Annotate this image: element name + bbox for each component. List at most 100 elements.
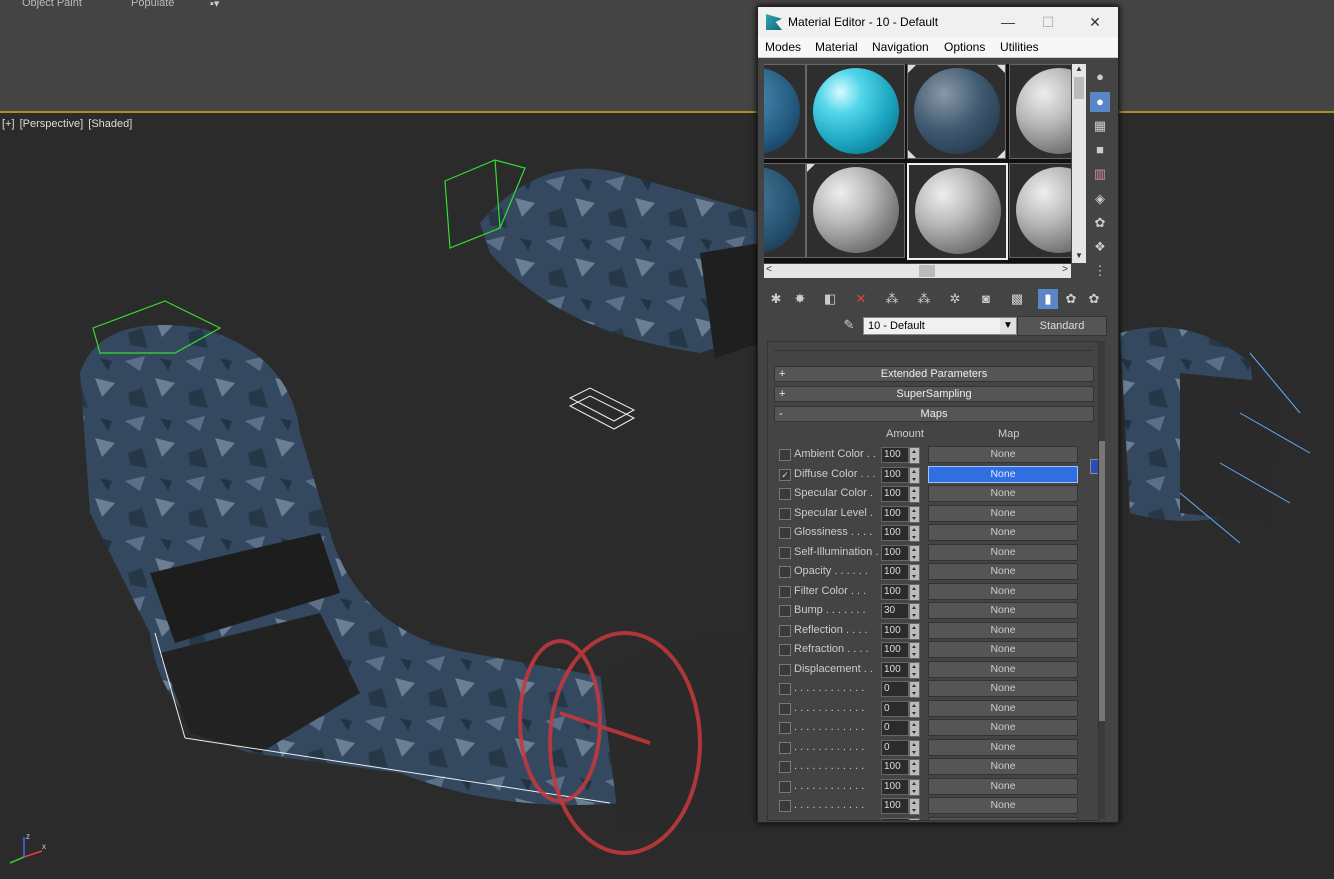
map-assign-button[interactable]: None: [928, 758, 1078, 775]
map-amount-field[interactable]: 100: [881, 544, 909, 561]
map-amount-field[interactable]: 100: [881, 486, 909, 502]
chevron-down-icon[interactable]: ▼: [1000, 318, 1016, 334]
map-assign-button[interactable]: None: [928, 621, 1078, 639]
map-assign-button[interactable]: None: [928, 582, 1078, 600]
map-enable-checkbox[interactable]: [779, 702, 791, 715]
uv-tiling-icon[interactable]: ■: [1090, 140, 1110, 160]
map-amount-field[interactable]: 100: [881, 778, 909, 795]
material-map-navigator-icon[interactable]: ⋮: [1090, 261, 1110, 281]
put-to-scene-icon[interactable]: ✸: [790, 289, 810, 309]
map-assign-button[interactable]: None: [928, 777, 1078, 795]
eyedropper-icon[interactable]: ✎: [840, 317, 858, 335]
slots-horizontal-scrollbar[interactable]: < >: [764, 264, 1071, 278]
close-button[interactable]: ✕: [1080, 11, 1110, 33]
amount-spinner[interactable]: [909, 505, 920, 523]
map-enable-checkbox[interactable]: [779, 761, 791, 773]
amount-spinner[interactable]: [909, 525, 920, 542]
reset-map-icon[interactable]: ✕: [851, 289, 871, 309]
map-enable-checkbox[interactable]: [779, 566, 791, 578]
sample-slot-active[interactable]: [907, 163, 1008, 260]
amount-spinner[interactable]: [909, 466, 920, 484]
sample-slot[interactable]: [1009, 163, 1071, 258]
material-type-button[interactable]: Standard: [1017, 316, 1107, 336]
map-amount-field[interactable]: 100: [881, 817, 909, 820]
map-assign-button[interactable]: None: [928, 719, 1078, 736]
map-amount-field[interactable]: 100: [881, 583, 909, 600]
map-assign-button[interactable]: None: [928, 699, 1078, 717]
sample-slot[interactable]: [1009, 64, 1071, 159]
rollout-maps[interactable]: - Maps: [774, 406, 1094, 422]
amount-spinner[interactable]: [909, 739, 920, 757]
menu-material[interactable]: Material: [815, 40, 858, 54]
sample-slot[interactable]: [764, 64, 806, 159]
show-map-icon[interactable]: ▩: [1007, 289, 1027, 309]
put-to-library-icon[interactable]: ✲: [945, 289, 965, 309]
scroll-up-icon[interactable]: ▲: [1072, 64, 1086, 76]
amount-spinner[interactable]: [909, 759, 920, 776]
map-enable-checkbox[interactable]: [779, 624, 791, 637]
map-enable-checkbox[interactable]: [779, 663, 791, 676]
map-assign-button[interactable]: None: [928, 660, 1078, 678]
map-amount-field[interactable]: 0: [881, 700, 909, 717]
amount-spinner[interactable]: [909, 447, 920, 464]
map-amount-field[interactable]: 0: [881, 739, 909, 756]
material-id-icon[interactable]: ◙: [976, 289, 996, 309]
map-enable-checkbox[interactable]: [779, 527, 791, 539]
camera-dropdown-icon[interactable]: ▪▾: [210, 0, 219, 10]
map-enable-checkbox[interactable]: [779, 683, 791, 695]
select-by-material-icon[interactable]: ❖: [1090, 237, 1110, 257]
panel-scrollbar[interactable]: [1099, 341, 1105, 819]
map-assign-button[interactable]: None: [928, 543, 1078, 561]
map-assign-button[interactable]: None: [928, 563, 1078, 580]
map-assign-button[interactable]: None: [928, 641, 1078, 658]
tab-object-paint[interactable]: Object Paint: [22, 0, 82, 9]
assign-to-selection-icon[interactable]: ◧: [820, 289, 840, 309]
amount-spinner[interactable]: [909, 661, 920, 679]
map-amount-field[interactable]: 100: [881, 622, 909, 639]
go-to-parent-icon[interactable]: ✿: [1061, 289, 1081, 309]
map-amount-field[interactable]: 100: [881, 466, 909, 483]
map-amount-field[interactable]: 100: [881, 759, 909, 775]
map-enable-checkbox[interactable]: [779, 800, 791, 812]
scroll-down-icon[interactable]: ▼: [1072, 251, 1086, 263]
menu-options[interactable]: Options: [944, 40, 985, 54]
title-bar[interactable]: Material Editor - 10 - Default — ☐ ✕: [758, 7, 1118, 37]
amount-spinner[interactable]: [909, 564, 920, 581]
amount-spinner[interactable]: [909, 486, 920, 503]
show-shaded-icon[interactable]: ▮: [1038, 289, 1058, 309]
map-amount-field[interactable]: 30: [881, 603, 909, 619]
sample-slot[interactable]: [907, 64, 1006, 159]
map-enable-checkbox[interactable]: [779, 644, 791, 656]
map-assign-button[interactable]: None: [928, 446, 1078, 463]
map-enable-checkbox[interactable]: [779, 507, 791, 520]
map-assign-button[interactable]: None: [928, 602, 1078, 619]
map-amount-field[interactable]: 100: [881, 798, 909, 814]
make-unique-icon[interactable]: ⁂: [914, 289, 934, 309]
map-enable-checkbox[interactable]: [779, 722, 791, 734]
map-amount-field[interactable]: 100: [881, 525, 909, 541]
sample-slot[interactable]: [806, 163, 905, 258]
lock-icon[interactable]: [1090, 459, 1098, 474]
perspective-viewport[interactable]: [+] [Perspective] [Shaded] z x: [0, 113, 1334, 879]
amount-spinner[interactable]: [909, 817, 920, 820]
map-assign-button[interactable]: None: [928, 504, 1078, 522]
amount-spinner[interactable]: [909, 583, 920, 601]
slots-vertical-scrollbar[interactable]: ▲ ▼: [1072, 64, 1086, 263]
map-enable-checkbox[interactable]: [779, 741, 791, 754]
map-enable-checkbox[interactable]: [779, 449, 791, 461]
map-enable-checkbox[interactable]: [779, 488, 791, 500]
make-preview-icon[interactable]: ◈: [1090, 189, 1110, 209]
amount-spinner[interactable]: [909, 778, 920, 796]
map-assign-button[interactable]: None: [928, 797, 1078, 814]
sample-type-icon[interactable]: ●: [1090, 67, 1110, 87]
map-assign-button[interactable]: None: [928, 485, 1078, 502]
sample-slot[interactable]: [764, 163, 806, 258]
map-enable-checkbox[interactable]: [779, 819, 791, 820]
menu-modes[interactable]: Modes: [765, 40, 801, 54]
rollout-extended-parameters[interactable]: + Extended Parameters: [774, 366, 1094, 382]
maximize-button[interactable]: ☐: [1033, 11, 1063, 33]
map-assign-button[interactable]: None: [928, 680, 1078, 697]
scroll-right-icon[interactable]: >: [1062, 264, 1068, 275]
map-amount-field[interactable]: 0: [881, 720, 909, 736]
map-assign-button[interactable]: None: [928, 465, 1078, 483]
